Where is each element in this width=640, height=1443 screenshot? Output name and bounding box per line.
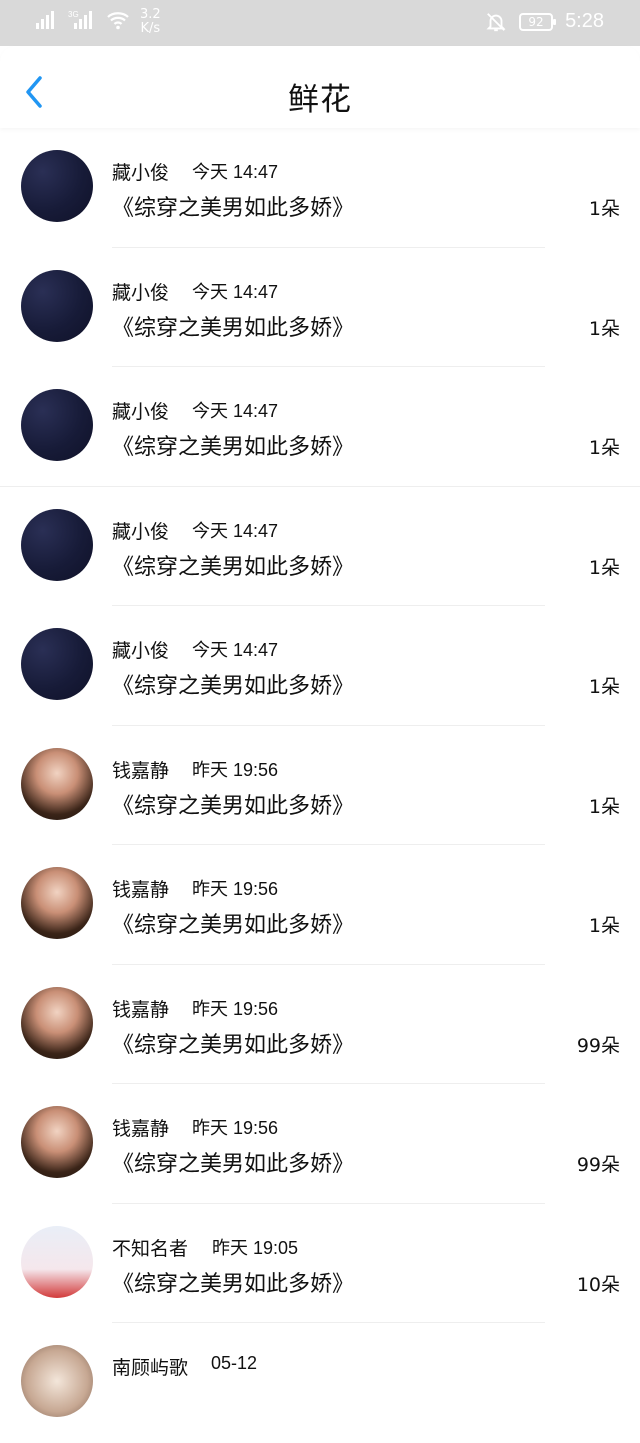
book-title: 《综穿之美男如此多娇》 xyxy=(112,1271,355,1297)
list-item[interactable]: 钱嘉静 昨天 19:56 《综穿之美男如此多娇》 99朵 xyxy=(0,1084,640,1204)
gift-time: 昨天 19:56 xyxy=(192,998,279,1019)
book-title: 《综穿之美男如此多娇》 xyxy=(112,196,355,221)
sender-name: 钱嘉静 xyxy=(112,998,170,1021)
book-title: 《综穿之美男如此多娇》 xyxy=(112,315,355,341)
svg-text:3G: 3G xyxy=(68,10,79,19)
avatar[interactable] xyxy=(21,628,93,700)
book-title: 《综穿之美男如此多娇》 xyxy=(112,674,355,699)
book-title: 《综穿之美男如此多娇》 xyxy=(112,435,355,460)
status-time: 5:28 xyxy=(565,10,604,32)
list-item[interactable]: 藏小俊 今天 14:47 《综穿之美男如此多娇》 1朵 xyxy=(0,128,640,248)
avatar[interactable] xyxy=(21,150,93,222)
status-bar: 3G 3.2 K/s 92 5:28 xyxy=(0,0,640,46)
gift-time: 昨天 19:56 xyxy=(192,759,279,780)
flower-count: 1朵 xyxy=(588,676,620,698)
gift-time: 今天 14:47 xyxy=(192,401,279,421)
sender-name: 钱嘉静 xyxy=(112,759,170,782)
list-item[interactable]: 钱嘉静 昨天 19:56 《综穿之美男如此多娇》 99朵 xyxy=(0,965,640,1084)
network-speed: 3.2 K/s xyxy=(140,8,161,36)
network-speed-unit: K/s xyxy=(140,21,161,36)
flower-count: 1朵 xyxy=(588,556,620,579)
avatar[interactable] xyxy=(21,747,93,820)
list-item[interactable]: 藏小俊 今天 14:47 《综穿之美男如此多娇》 1朵 xyxy=(0,367,640,487)
flower-count: 1朵 xyxy=(588,198,620,220)
cellular-signal-icon xyxy=(36,11,54,29)
sender-name: 钱嘉静 xyxy=(112,879,170,901)
mute-bell-icon xyxy=(486,12,506,31)
gift-time: 昨天 19:56 xyxy=(192,879,279,899)
sender-name: 钱嘉静 xyxy=(112,1118,170,1140)
list-item[interactable]: 钱嘉静 昨天 19:56 《综穿之美男如此多娇》 1朵 xyxy=(0,726,640,845)
list-item[interactable]: 南顾屿歌 05-12 xyxy=(0,1323,640,1443)
flower-count: 1朵 xyxy=(588,915,620,937)
gift-time: 今天 14:47 xyxy=(192,281,279,302)
book-title: 《综穿之美男如此多娇》 xyxy=(112,793,355,819)
book-title: 《综穿之美男如此多娇》 xyxy=(112,1032,355,1058)
sender-name: 藏小俊 xyxy=(112,520,170,543)
sender-name: 不知名者 xyxy=(112,1237,189,1260)
flower-count: 99朵 xyxy=(576,1154,620,1176)
gift-time: 昨天 19:56 xyxy=(192,1118,279,1138)
avatar[interactable] xyxy=(21,389,93,461)
sender-name: 藏小俊 xyxy=(112,640,170,662)
flower-count: 1朵 xyxy=(588,437,620,459)
gift-time: 今天 14:47 xyxy=(192,520,279,541)
gift-time: 昨天 19:05 xyxy=(212,1237,299,1258)
avatar[interactable] xyxy=(21,1106,93,1178)
page-title: 鲜花 xyxy=(288,82,352,118)
cellular-3g-signal-icon: 3G xyxy=(68,10,92,29)
avatar[interactable] xyxy=(21,508,93,581)
flower-gift-list: 藏小俊 今天 14:47 《综穿之美男如此多娇》 1朵 藏小俊 今天 14:47 《综穿之美… xyxy=(0,128,640,1443)
list-item[interactable]: 藏小俊 今天 14:47 《综穿之美男如此多娇》 1朵 xyxy=(0,606,640,726)
flower-count: 10朵 xyxy=(576,1273,620,1296)
battery-indicator: 92 xyxy=(519,12,557,31)
avatar[interactable] xyxy=(21,269,93,342)
sender-name: 藏小俊 xyxy=(112,281,170,304)
sender-name: 藏小俊 xyxy=(112,162,170,184)
status-left: 3G 3.2 K/s xyxy=(34,8,161,36)
sender-name: 南顾屿歌 xyxy=(112,1357,189,1379)
wifi-icon xyxy=(107,12,129,30)
book-title: 《综穿之美男如此多娇》 xyxy=(112,913,355,938)
header-bar: 鲜花 xyxy=(0,46,640,128)
network-speed-value: 3.2 xyxy=(140,7,161,22)
list-item[interactable]: 不知名者 昨天 19:05 《综穿之美男如此多娇》 10朵 xyxy=(0,1204,640,1323)
list-item[interactable]: 钱嘉静 昨天 19:56 《综穿之美男如此多娇》 1朵 xyxy=(0,845,640,965)
avatar[interactable] xyxy=(21,986,93,1059)
flower-count: 99朵 xyxy=(576,1034,620,1057)
flower-count: 1朵 xyxy=(588,795,620,818)
book-title: 《综穿之美男如此多娇》 xyxy=(112,554,355,580)
gift-time: 今天 14:47 xyxy=(192,162,279,182)
status-right: 92 5:28 xyxy=(485,10,604,33)
avatar[interactable] xyxy=(21,1345,93,1417)
gift-time: 05-12 xyxy=(211,1353,258,1373)
list-item[interactable]: 藏小俊 今天 14:47 《综穿之美男如此多娇》 1朵 xyxy=(0,487,640,606)
avatar[interactable] xyxy=(21,1225,93,1298)
sender-name: 藏小俊 xyxy=(112,401,170,423)
flower-count: 1朵 xyxy=(588,317,620,340)
avatar[interactable] xyxy=(21,867,93,939)
book-title: 《综穿之美男如此多娇》 xyxy=(112,1152,355,1177)
list-item[interactable]: 藏小俊 今天 14:47 《综穿之美男如此多娇》 1朵 xyxy=(0,248,640,367)
gift-time: 今天 14:47 xyxy=(192,640,279,660)
